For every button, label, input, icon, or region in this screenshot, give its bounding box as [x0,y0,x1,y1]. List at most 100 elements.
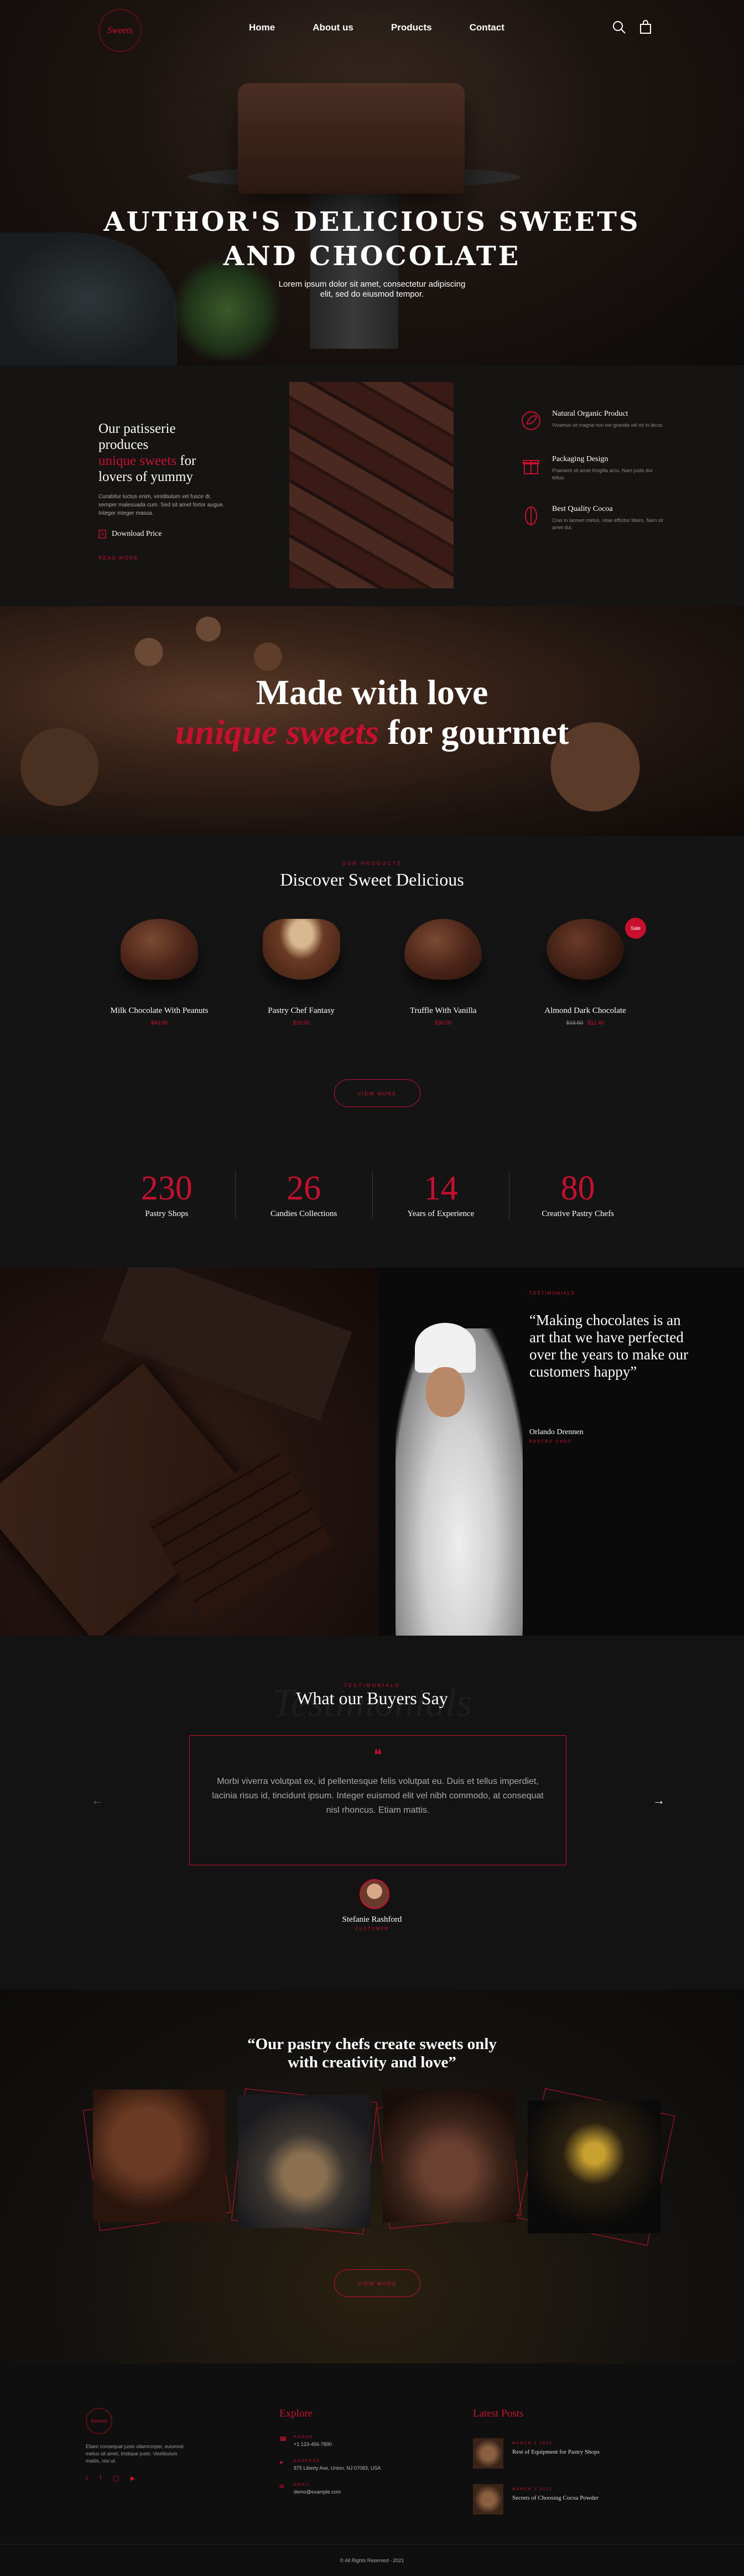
post-thumbnail[interactable] [473,2438,503,2469]
post-title[interactable]: Secrets of Choosing Cocoa Powder [512,2495,599,2501]
intro-heading-pre: Our patisserie produces [98,421,176,452]
gallery-image-candies[interactable] [238,2095,371,2228]
stat-label: Years of Experience [407,1209,475,1218]
gallery-image-truffles[interactable] [93,2089,226,2222]
social-links: 𝕣 f ◯ ▶ [86,2475,191,2482]
contact-phone[interactable]: ☎ PHONE +1 123-456-7890 [279,2435,401,2447]
contact-value: 875 Liberty Ave, Union, NJ 07083, USA [294,2465,381,2471]
hero-section: Sweets Home About us Products Contact AU… [0,0,744,365]
post-thumbnail[interactable] [473,2484,503,2515]
cart-icon[interactable] [638,20,653,34]
avatar [360,1879,389,1909]
intro-section: Our patisserie produces unique sweets for… [0,365,744,606]
features-list: Natural Organic Product Vivamus sit magna… [520,410,664,555]
facebook-icon[interactable]: f [100,2475,101,2482]
gallery-image-cocoa-truffles[interactable] [383,2089,516,2222]
contact-label: ADDRESS [294,2459,320,2463]
post-title[interactable]: Rest of Equipment for Pastry Shops [512,2449,600,2455]
logo[interactable]: Sweets [98,9,142,52]
document-icon [98,530,106,539]
product-image[interactable] [404,919,482,980]
post-item[interactable]: MARCH 2 2021 Secrets of Choosing Cocoa Po… [473,2484,639,2515]
chef-name: Orlando Drennen [529,1428,584,1436]
hero-subtitle-line2: elit, sed do eiusmod tempor. [320,289,424,299]
product-name[interactable]: Pastry Chef Fantasy [241,1006,362,1016]
chef-section: TESTIMONIALS “Making chocolates is an ar… [0,1268,744,1636]
chocolate-bars-photo [0,1268,379,1636]
product-price-value: $40.00 [150,1020,168,1026]
post-date: MARCH 2 2021 [512,2441,553,2445]
gallery-image-gold-sweets[interactable] [528,2101,660,2233]
feature-packaging: Packaging Design Praesent sit amet fringi… [520,455,664,482]
chef-hat-image [415,1323,476,1373]
footer-logo[interactable]: Sweets [86,2408,112,2434]
cocoa-icon [525,506,537,525]
chocolate-bars-image [289,382,454,588]
love-line1: Made with love [256,673,488,712]
product-name[interactable]: Almond Dark Chocolate [524,1006,646,1016]
read-more-label: READ MORE [98,555,139,561]
product-card[interactable]: Pastry Chef Fantasy $18.00 [241,919,362,1026]
contact-value: +1 123-456-7890 [294,2441,332,2447]
hero-title: AUTHOR'S DELICIOUS SWEETS AND CHOCOLATE [0,205,744,273]
gallery-title-line1: “Our pastry chefs create sweets only [247,2035,497,2053]
gallery-view-more-button[interactable]: VIEW MORE [334,2269,420,2297]
product-image[interactable] [546,919,624,980]
download-price-link[interactable]: Download Price [98,530,226,539]
product-price-value: $30.00 [435,1020,452,1026]
nav-contact[interactable]: Contact [470,22,504,33]
hero-title-line2: AND CHOCOLATE [223,241,521,272]
youtube-icon[interactable]: ▶ [131,2475,135,2482]
product-card[interactable]: Sale Almond Dark Chocolate $16.50 $11.40 [524,918,646,1026]
chef-face-image [426,1367,465,1417]
hero-title-line1: AUTHOR'S DELICIOUS SWEETS [103,206,641,237]
hero-subtitle: Lorem ipsum dolor sit amet, consectetur … [0,280,744,299]
product-price: $16.50 $11.40 [524,1020,646,1026]
sale-badge: Sale [625,918,646,939]
cake-image [238,83,465,194]
contact-email[interactable]: ✉ EMAIL demo@example.com [279,2483,401,2495]
stat-item: 26 Candies Collections [236,1171,373,1219]
main-menu: Home About us Products Contact [249,22,504,33]
post-item[interactable]: MARCH 2 2021 Rest of Equipment for Pastry… [473,2438,639,2469]
made-with-love-section: Made with love unique sweets for gourmet [0,606,744,836]
product-old-price: $16.50 [566,1020,584,1026]
nav-home[interactable]: Home [249,22,275,33]
arrow-left-icon[interactable]: ← [91,1793,103,1808]
read-more-link[interactable]: READ MORE → [98,555,226,561]
search-icon[interactable] [612,20,626,34]
view-more-button[interactable]: VIEW MORE [334,1079,420,1107]
product-image[interactable] [121,919,198,980]
location-icon: ● [279,2459,283,2466]
logo-text: Sweets [107,25,133,35]
feature-title: Natural Organic Product [552,410,628,418]
testimonials-section: Testimonials TESTIMONIALS What our Buyer… [0,1636,744,1990]
product-card[interactable]: Milk Chocolate With Peanuts $40.00 [98,919,220,1026]
nav-products[interactable]: Products [391,22,432,33]
footer-contacts: ☎ PHONE +1 123-456-7890 ● ADDRESS 875 Libert… [279,2435,401,2507]
chef-eyebrow: TESTIMONIALS [529,1291,575,1296]
product-card[interactable]: Truffle With Vanilla $30.00 [382,919,504,1026]
nav-about[interactable]: About us [313,22,353,33]
feature-title: Best Quality Cocoa [552,505,613,513]
contact-address[interactable]: ● ADDRESS 875 Liberty Ave, Union, NJ 07083… [279,2459,401,2471]
product-name[interactable]: Milk Chocolate With Peanuts [98,1006,220,1016]
arrow-right-icon[interactable]: → [653,1793,665,1808]
stat-number: 230 [141,1170,192,1207]
mail-icon: ✉ [279,2484,285,2490]
nav-icons [612,20,653,34]
footer-posts-title: Latest Posts [473,2408,524,2419]
product-name[interactable]: Truffle With Vanilla [382,1006,504,1016]
gallery-row [82,2088,675,2246]
intro-body: Curabitur luctus enim, vestibulum vel fu… [98,494,225,516]
feature-organic: Natural Organic Product Vivamus sit magna… [520,410,664,432]
gallery-title-line2: with creativity and love” [288,2053,456,2071]
post-date: MARCH 2 2021 [512,2487,553,2491]
love-line2-red: unique sweets [175,712,379,752]
product-image[interactable] [262,919,340,980]
feature-text: Cras in laoreet metus, vitae efficitur l… [552,518,663,530]
twitter-icon[interactable]: 𝕣 [86,2475,89,2482]
instagram-icon[interactable]: ◯ [112,2475,119,2482]
stat-number: 26 [287,1170,321,1207]
products-eyebrow: OUR PRODUCTS [341,861,402,866]
